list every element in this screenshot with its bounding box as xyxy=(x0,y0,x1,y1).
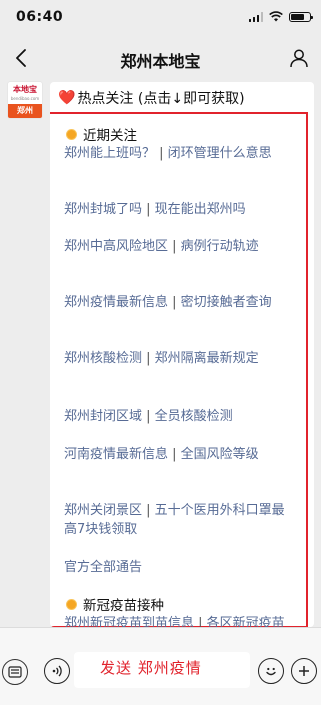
topic-link-text[interactable]: 病例行动轨迹 xyxy=(181,239,259,254)
emoji-button[interactable] xyxy=(258,658,284,684)
avatar-logo-subtext: bendibao.com xyxy=(10,96,40,101)
topic-link[interactable]: 郑州疫情最新信息 | 密切接触者查询 xyxy=(64,293,290,312)
voice-wave-icon xyxy=(52,665,62,677)
topic-link-text[interactable]: 河南疫情最新信息 xyxy=(64,447,168,462)
topic-link[interactable]: 郑州核酸检测 | 郑州隔离最新规定 xyxy=(64,349,290,368)
person-icon xyxy=(290,49,308,68)
topic-link[interactable]: 郑州新冠疫苗到苗信息 | 各区新冠疫苗信息 xyxy=(64,614,290,627)
battery-icon xyxy=(289,11,313,22)
link-separator: | xyxy=(142,202,155,217)
smiley-icon xyxy=(266,667,276,676)
hot-topics-header: ❤️ 热点关注 (点击↓即可获取) xyxy=(58,88,245,108)
link-separator: | xyxy=(142,503,155,518)
topic-link[interactable]: 郑州封城了吗 | 现在能出郑州吗 xyxy=(64,200,290,219)
heart-icon: ❤️ xyxy=(58,90,76,106)
sun-icon xyxy=(64,594,79,612)
topic-link-text[interactable]: 现在能出郑州吗 xyxy=(155,202,246,217)
avatar-city-label: 郑州 xyxy=(8,104,42,118)
topic-link[interactable]: 郑州关闭景区 | 五十个医用外科口罩最高7块钱领取 xyxy=(64,501,290,539)
hot-topics-label: 热点关注 (点击↓即可获取) xyxy=(77,91,245,107)
chat-info-button[interactable] xyxy=(287,46,311,70)
wifi-icon xyxy=(269,11,283,22)
topic-link-text[interactable]: 全员核酸检测 xyxy=(155,409,233,424)
topic-link[interactable]: 郑州中高风险地区 | 病例行动轨迹 xyxy=(64,237,290,256)
plus-icon xyxy=(299,666,309,676)
topic-link[interactable]: 河南疫情最新信息 | 全国风险等级 xyxy=(64,445,290,464)
voice-button[interactable] xyxy=(44,658,70,684)
message-bubble: ❤️ 热点关注 (点击↓即可获取) 近期关注 郑州能上班吗？ | 闭环管理什么意… xyxy=(50,82,314,627)
topic-link-text[interactable]: 闭环管理什么意思 xyxy=(168,146,272,161)
keyboard-menu-icon xyxy=(8,666,22,678)
link-separator: | xyxy=(168,295,181,310)
section-title-text: 新冠疫苗接种 xyxy=(83,598,164,614)
cellular-signal-icon xyxy=(248,11,263,22)
menu-toggle-button[interactable] xyxy=(2,659,28,685)
topic-link-text[interactable]: 郑州能上班吗？ xyxy=(64,146,155,161)
link-separator: | xyxy=(142,409,155,424)
chat-input-bar: 发送 郑州疫情 xyxy=(0,627,321,705)
chat-message-area[interactable]: 本地宝 bendibao.com 郑州 ❤️ 热点关注 (点击↓即可获取) 近期… xyxy=(0,80,321,627)
highlight-frame xyxy=(50,112,308,627)
topic-link-text[interactable]: 郑州封城了吗 xyxy=(64,202,142,217)
link-separator: | xyxy=(142,351,155,366)
topic-link[interactable]: 郑州能上班吗？ | 闭环管理什么意思 xyxy=(64,144,290,163)
topic-link-text[interactable]: 全国风险等级 xyxy=(181,447,259,462)
more-button[interactable] xyxy=(291,658,317,684)
send-hint-text: 发送 郑州疫情 xyxy=(100,659,202,677)
section-title-text: 近期关注 xyxy=(83,128,137,144)
topic-link-text[interactable]: 密切接触者查询 xyxy=(181,295,272,310)
link-separator: | xyxy=(194,616,207,627)
topic-link-text[interactable]: 郑州疫情最新信息 xyxy=(64,295,168,310)
topic-link[interactable]: 郑州封闭区域 | 全员核酸检测 xyxy=(64,407,290,426)
status-time: 06:40 xyxy=(16,9,64,25)
topic-link-text[interactable]: 郑州隔离最新规定 xyxy=(155,351,259,366)
sun-icon xyxy=(64,124,79,142)
topic-link[interactable]: 官方全部通告 xyxy=(64,558,290,577)
chat-title: 郑州本地宝 xyxy=(120,52,201,71)
link-separator: | xyxy=(155,146,168,161)
message-input[interactable]: 发送 郑州疫情 xyxy=(74,652,250,688)
topic-link-text[interactable]: 郑州中高风险地区 xyxy=(64,239,168,254)
section-title-vaccine: 新冠疫苗接种 xyxy=(64,594,164,615)
section-title-recent: 近期关注 xyxy=(64,124,137,145)
link-separator: | xyxy=(168,447,181,462)
avatar-logo-text: 本地宝 xyxy=(13,85,37,94)
status-bar: 06:40 xyxy=(0,0,321,36)
status-icons xyxy=(248,11,313,22)
topic-link-text[interactable]: 郑州核酸检测 xyxy=(64,351,142,366)
link-separator: | xyxy=(168,239,181,254)
avatar-logo: 本地宝 bendibao.com xyxy=(8,82,42,104)
topic-link-text[interactable]: 郑州新冠疫苗到苗信息 xyxy=(64,616,194,627)
avatar[interactable]: 本地宝 bendibao.com 郑州 xyxy=(8,82,42,118)
topic-link-text[interactable]: 官方全部通告 xyxy=(64,560,142,575)
chat-nav-bar: 郑州本地宝 xyxy=(0,36,321,80)
topic-link-text[interactable]: 郑州关闭景区 xyxy=(64,503,142,518)
topic-link-text[interactable]: 郑州封闭区域 xyxy=(64,409,142,424)
